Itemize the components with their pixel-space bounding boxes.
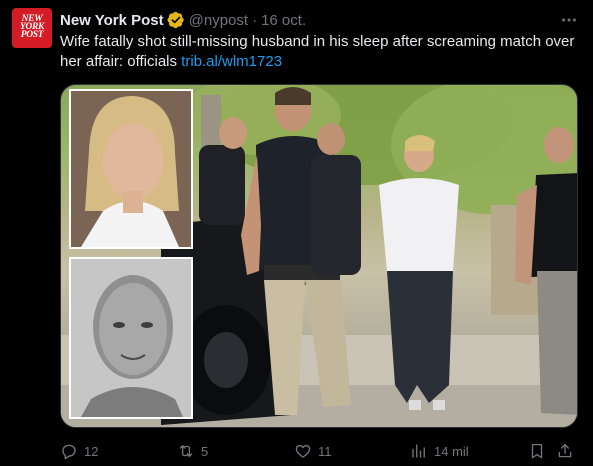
bookmark-button[interactable] <box>528 440 546 462</box>
tweet[interactable]: NEW YORK POST New York Post @nypost · 16… <box>0 0 593 466</box>
views-button[interactable]: 14 mil <box>410 440 469 462</box>
avatar[interactable]: NEW YORK POST <box>12 8 52 48</box>
verified-badge-icon[interactable] <box>167 11 185 29</box>
retweet-button[interactable]: 5 <box>177 440 208 462</box>
views-count: 14 mil <box>434 443 469 459</box>
like-icon <box>295 444 311 458</box>
handle[interactable]: @nypost <box>189 12 248 29</box>
bookmark-icon <box>531 443 543 459</box>
share-button[interactable] <box>556 440 574 462</box>
tweet-media[interactable] <box>60 84 578 428</box>
views-icon <box>412 444 425 458</box>
tweet-body: Wife fatally shot still-missing husband … <box>60 33 575 70</box>
tweet-actions: 12 5 11 14 mil <box>60 440 578 462</box>
tweet-text: Wife fatally shot still-missing husband … <box>60 32 580 72</box>
retweet-count: 5 <box>201 443 209 459</box>
tweet-date[interactable]: 16 oct. <box>261 12 306 29</box>
avatar-line-3: POST <box>20 29 44 40</box>
like-count: 11 <box>318 443 332 459</box>
reply-icon <box>62 444 76 460</box>
display-name[interactable]: New York Post <box>60 12 164 29</box>
tweet-header: New York Post @nypost · 16 oct. <box>60 10 579 30</box>
more-icon[interactable] <box>559 10 579 30</box>
inset-photo-man <box>69 257 193 419</box>
tweet-link[interactable]: trib.al/wlm1723 <box>181 53 282 70</box>
separator-dot: · <box>252 11 258 29</box>
like-button[interactable]: 11 <box>294 440 332 462</box>
inset-photo-woman <box>69 89 193 249</box>
retweet-icon <box>179 445 193 457</box>
share-icon <box>558 443 572 458</box>
reply-button[interactable]: 12 <box>60 440 98 462</box>
reply-count: 12 <box>84 443 99 459</box>
